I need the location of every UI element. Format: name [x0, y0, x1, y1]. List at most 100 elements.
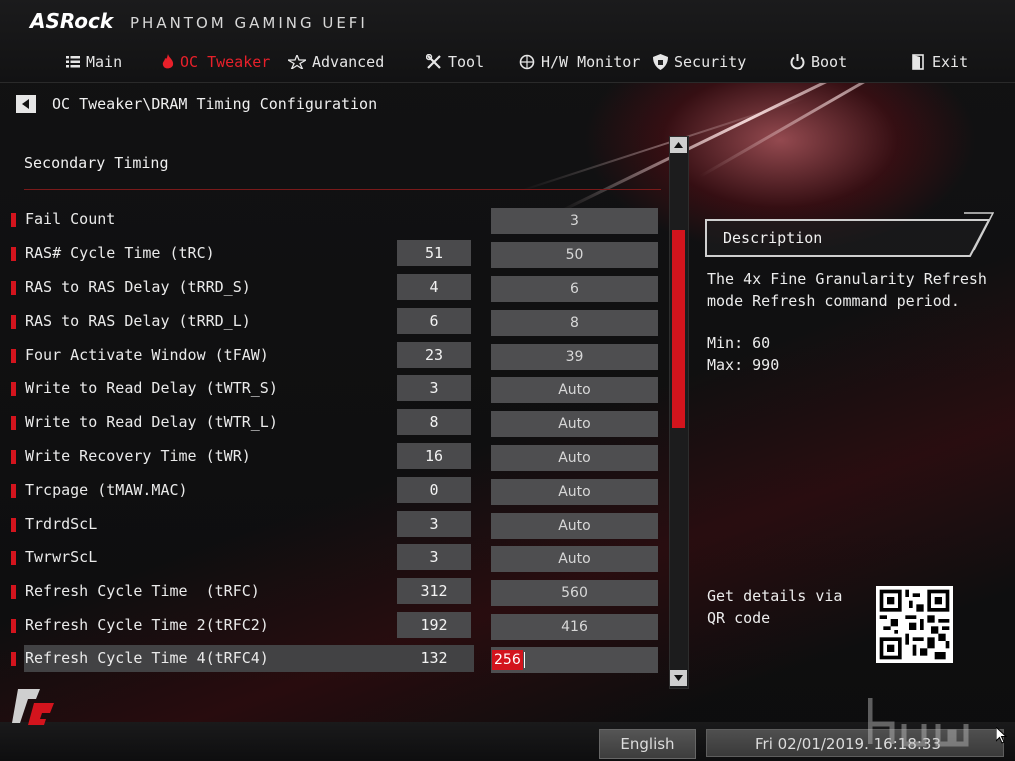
- arrow-up-icon: [674, 142, 683, 148]
- back-button[interactable]: [16, 95, 36, 113]
- setting-label: Trcpage (tMAW.MAC): [25, 481, 188, 499]
- setting-row-twrwrscl[interactable]: TwrwrScL 3 Auto: [0, 544, 662, 572]
- tab-boot[interactable]: Boot: [790, 50, 847, 74]
- setting-row-trfc4[interactable]: Refresh Cycle Time 4(tRFC4) 132 256: [0, 645, 662, 673]
- row-marker: [11, 247, 16, 261]
- section-title: Secondary Timing: [24, 154, 169, 172]
- setting-row-twr[interactable]: Write Recovery Time (tWR) 16 Auto: [0, 443, 662, 471]
- description-title: Description: [723, 229, 823, 247]
- text-caret: [523, 652, 525, 668]
- tools-icon: [426, 54, 441, 69]
- tab-tool[interactable]: Tool: [426, 50, 484, 74]
- power-icon: [790, 54, 805, 70]
- row-marker: [11, 450, 16, 464]
- scrollbar-thumb[interactable]: [672, 230, 685, 428]
- watermark-logo: [868, 698, 969, 747]
- setting-label: TwrwrScL: [25, 548, 98, 566]
- exit-door-icon: [912, 54, 924, 70]
- setting-row-tfaw[interactable]: Four Activate Window (tFAW) 23 39: [0, 342, 662, 370]
- setting-row-trc[interactable]: RAS# Cycle Time (tRC) 51 50: [0, 240, 662, 268]
- section-divider: [24, 189, 661, 190]
- current-value: 312: [397, 578, 471, 604]
- setting-label: Refresh Cycle Time 2(tRFC2): [25, 616, 269, 634]
- tab-exit[interactable]: Exit: [912, 50, 968, 74]
- flame-icon: [162, 54, 174, 69]
- brand-subtitle: PHANTOM GAMING UEFI: [130, 14, 368, 32]
- setting-value-field[interactable]: Auto: [491, 513, 658, 539]
- row-marker: [11, 619, 16, 633]
- row-marker: [11, 484, 16, 498]
- arrow-down-icon: [674, 675, 683, 681]
- setting-row-fail-count[interactable]: Fail Count 3: [0, 206, 662, 234]
- setting-label: RAS# Cycle Time (tRC): [25, 244, 215, 262]
- list-icon: [66, 56, 80, 68]
- current-value: 23: [397, 342, 471, 368]
- row-marker: [11, 551, 16, 565]
- row-marker: [11, 585, 16, 599]
- description-max: Max: 990: [707, 356, 780, 374]
- setting-row-twtr-s[interactable]: Write to Read Delay (tWTR_S) 3 Auto: [0, 375, 662, 403]
- brand-logo: ASRock: [30, 9, 114, 33]
- setting-label: Write Recovery Time (tWR): [25, 447, 251, 465]
- tab-advanced[interactable]: Advanced: [288, 50, 384, 74]
- description-min: Min: 60: [707, 334, 771, 352]
- tab-label: Main: [86, 53, 123, 71]
- current-value: 51: [397, 240, 471, 266]
- setting-row-trcpage[interactable]: Trcpage (tMAW.MAC) 0 Auto: [0, 477, 662, 505]
- setting-label: Four Activate Window (tFAW): [25, 346, 269, 364]
- setting-value-field[interactable]: Auto: [491, 479, 658, 505]
- setting-value-field[interactable]: Auto: [491, 411, 658, 437]
- current-value: 3: [397, 375, 471, 401]
- shield-icon: [653, 54, 668, 70]
- setting-value-field[interactable]: Auto: [491, 445, 658, 471]
- setting-value-field[interactable]: 6: [491, 276, 658, 302]
- tab-main[interactable]: Main: [66, 50, 122, 74]
- tab-label: Advanced: [312, 53, 385, 71]
- tab-oc-tweaker[interactable]: OC Tweaker: [162, 50, 270, 74]
- row-marker: [11, 315, 16, 329]
- scroll-up-button[interactable]: [670, 137, 687, 153]
- setting-value-field[interactable]: 3: [491, 208, 658, 234]
- tab-security[interactable]: Security: [653, 50, 746, 74]
- current-value: 3: [397, 544, 471, 570]
- language-button[interactable]: English: [599, 729, 696, 759]
- setting-row-trdrdscl[interactable]: TrdrdScL 3 Auto: [0, 511, 662, 539]
- row-marker: [11, 652, 16, 666]
- row-marker: [11, 416, 16, 430]
- current-value: 0: [397, 477, 471, 503]
- setting-value-input[interactable]: 256: [491, 647, 658, 673]
- setting-value-field[interactable]: 560: [491, 580, 658, 606]
- tab-label: OC Tweaker: [180, 53, 271, 71]
- setting-row-twtr-l[interactable]: Write to Read Delay (tWTR_L) 8 Auto: [0, 409, 662, 437]
- breadcrumb: OC Tweaker\DRAM Timing Configuration: [16, 93, 377, 115]
- setting-row-trfc2[interactable]: Refresh Cycle Time 2(tRFC2) 192 416: [0, 612, 662, 640]
- tab-hw-monitor[interactable]: H/W Monitor: [519, 50, 640, 74]
- setting-value-field[interactable]: 8: [491, 310, 658, 336]
- setting-label: Refresh Cycle Time 4(tRFC4): [25, 649, 269, 667]
- tab-label: H/W Monitor: [541, 53, 641, 71]
- setting-value-field[interactable]: 416: [491, 614, 658, 640]
- current-value: 3: [397, 511, 471, 537]
- scroll-down-button[interactable]: [670, 670, 687, 686]
- setting-row-trrd-l[interactable]: RAS to RAS Delay (tRRD_L) 6 8: [0, 308, 662, 336]
- setting-row-trfc[interactable]: Refresh Cycle Time (tRFC) 312 560: [0, 578, 662, 606]
- setting-value-field[interactable]: Auto: [491, 546, 658, 572]
- setting-value-field[interactable]: 50: [491, 242, 658, 268]
- tab-label: Security: [674, 53, 747, 71]
- setting-value-field[interactable]: Auto: [491, 377, 658, 403]
- qr-code-image: [876, 586, 953, 663]
- tab-label: Tool: [448, 53, 485, 71]
- setting-row-trrd-s[interactable]: RAS to RAS Delay (tRRD_S) 4 6: [0, 274, 662, 302]
- mouse-cursor-icon: [996, 727, 1008, 744]
- row-marker: [11, 518, 16, 532]
- monitor-icon: [519, 54, 535, 70]
- row-marker: [11, 213, 16, 227]
- tab-label: Boot: [811, 53, 848, 71]
- setting-label: Fail Count: [25, 210, 116, 228]
- setting-value-field[interactable]: 39: [491, 344, 658, 370]
- setting-label: Write to Read Delay (tWTR_S): [25, 379, 278, 397]
- arrow-left-icon: [22, 99, 29, 109]
- current-value: 6: [397, 308, 471, 334]
- star-icon: [288, 55, 306, 69]
- setting-label: TrdrdScL: [25, 515, 98, 533]
